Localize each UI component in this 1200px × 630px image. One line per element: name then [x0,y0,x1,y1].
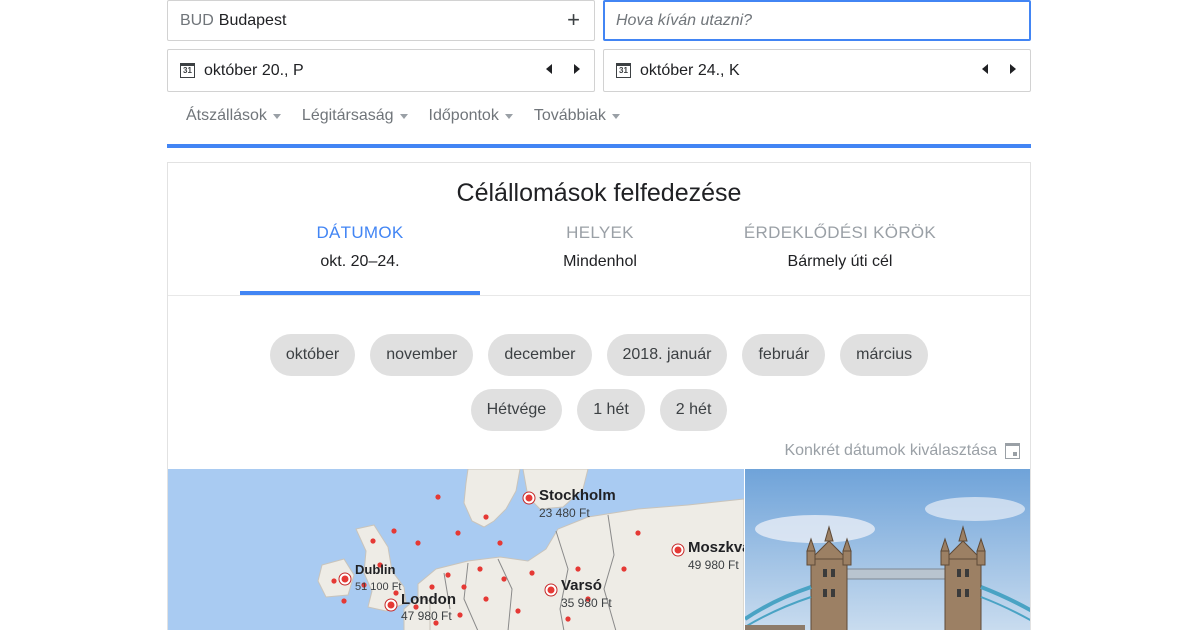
tower-bridge-image [745,469,1030,630]
return-date: október 24., K [640,61,740,79]
tab-value: Mindenhol [563,253,637,270]
destination-map[interactable]: Stockholm 23 480 Ft Moszkva 49 980 Ft Du… [168,469,744,630]
caret-down-icon [272,113,281,119]
caret-down-icon [399,113,408,119]
filter-label: Légitársaság [301,107,394,124]
duration-chips: Hétvége 1 hét 2 hét [168,389,1030,431]
destination-photo[interactable] [745,469,1030,630]
city-price: 51 100 Ft [355,581,401,593]
month-chips: október november december 2018. január f… [168,334,1030,376]
city-name: Varsó [561,577,602,594]
chip-month[interactable]: február [742,334,826,376]
explore-title: Célállomások felfedezése [456,179,742,207]
chip-month[interactable]: március [840,334,929,376]
filter-more[interactable]: Továbbiak [534,107,620,125]
explore-card: Célállomások felfedezése DÁTUMOK okt. 20… [167,162,1031,630]
filter-times[interactable]: Időpontok [429,107,513,125]
tab-value: Bármely úti cél [787,253,893,270]
divider [168,295,1030,296]
city-price: 49 980 Ft [688,558,739,572]
tab-label: HELYEK [566,223,634,242]
origin-city: Budapest [218,11,287,29]
add-origin-icon[interactable]: + [567,9,580,31]
prev-departure-icon[interactable] [546,64,552,74]
origin-field[interactable]: BUD Budapest + [167,0,595,41]
city-name: Moszkva [688,539,744,556]
filter-stops[interactable]: Átszállások [186,107,281,125]
calendar-icon: 31 [616,63,631,78]
filter-label: Továbbiak [533,107,606,124]
destination-field[interactable]: Hova kíván utazni? [603,0,1031,41]
chip-month[interactable]: 2018. január [606,334,728,376]
tab-value: okt. 20–24. [320,253,400,270]
next-return-icon[interactable] [1010,64,1016,74]
chip-month[interactable]: november [370,334,474,376]
chip-duration[interactable]: 2 hét [659,389,728,431]
chip-month[interactable]: október [269,334,356,376]
filter-label: Átszállások [186,107,267,124]
tab-label: DÁTUMOK [316,223,404,242]
tab-dates[interactable]: DÁTUMOK okt. 20–24. [240,223,480,271]
departure-date-field[interactable]: 31 október 20., P [167,49,595,92]
prev-return-icon[interactable] [982,64,988,74]
city-price: 23 480 Ft [539,506,590,520]
tab-places[interactable]: HELYEK Mindenhol [480,223,720,271]
bank-building [745,625,805,630]
tab-interests[interactable]: ÉRDEKLŐDÉSI KÖRÖK Bármely úti cél [720,223,960,271]
chip-duration[interactable]: 1 hét [577,389,645,431]
departure-date: október 20., P [204,61,304,79]
cloud [925,497,1025,521]
filter-label: Időpontok [428,107,499,124]
city-name: Dublin [355,562,395,577]
filter-bar: Átszállások Légitársaság Időpontok Továb… [186,107,620,125]
caret-down-icon [504,113,513,119]
map-svg: Stockholm 23 480 Ft Moszkva 49 980 Ft Du… [168,469,744,630]
chip-duration[interactable]: Hétvége [470,389,563,431]
calendar-icon: 31 [180,63,195,78]
return-date-field[interactable]: 31 október 24., K [603,49,1031,92]
city-price: 35 980 Ft [561,596,612,610]
specific-dates-label: Konkrét dátumok kiválasztása [784,442,997,459]
caret-down-icon [611,113,620,119]
filter-airline[interactable]: Légitársaság [302,107,408,125]
city-price: 47 980 Ft [401,609,452,623]
chip-month[interactable]: december [488,334,592,376]
city-name: London [401,591,456,608]
origin-code: BUD [180,11,214,29]
calendar-icon [1005,443,1020,459]
destination-placeholder: Hova kíván utazni? [616,11,753,29]
progress-bar [167,144,1031,148]
city-name: Stockholm [539,487,616,504]
tab-label: ÉRDEKLŐDÉSI KÖRÖK [743,223,937,242]
walkway [840,568,952,580]
specific-dates-link[interactable]: Konkrét dátumok kiválasztása [784,442,1020,460]
cloud [755,515,875,543]
next-departure-icon[interactable] [574,64,580,74]
